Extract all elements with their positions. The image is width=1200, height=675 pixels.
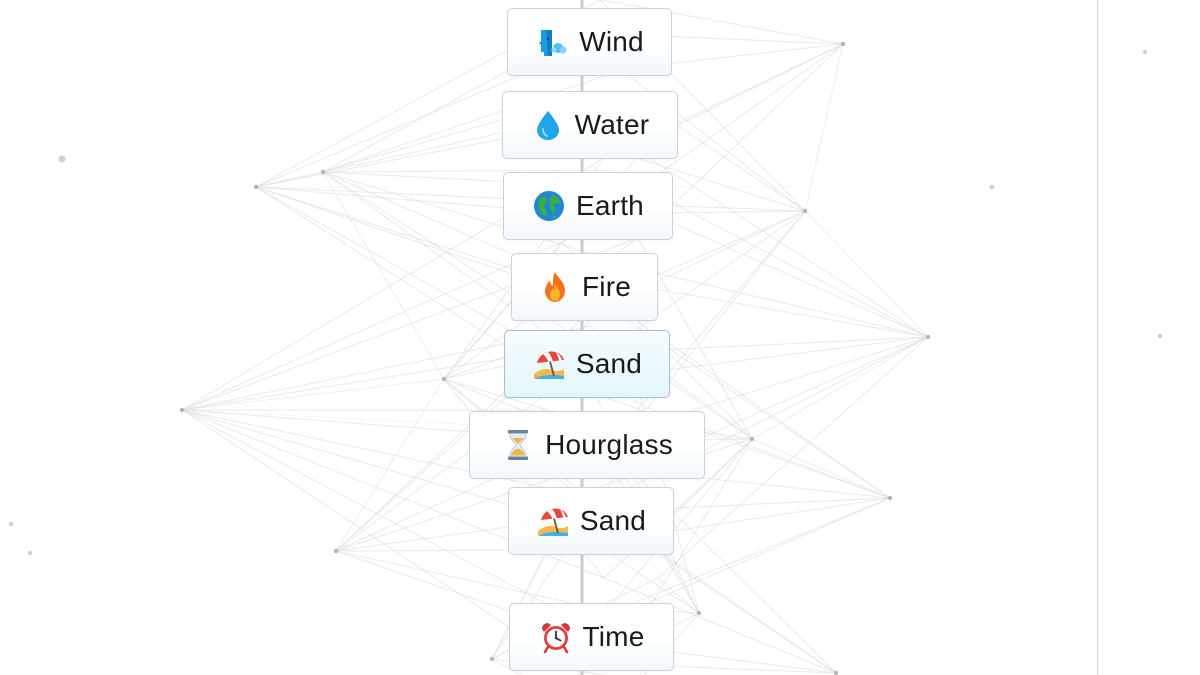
beach-umbrella-icon [536,504,570,538]
globe-icon [532,189,566,223]
beach-umbrella-icon [532,347,566,381]
alarm-clock-icon [539,620,573,654]
element-label: Wind [579,26,644,57]
element-card[interactable]: Sand [504,330,670,398]
element-card[interactable]: Wind [507,8,672,76]
sidebar-divider [1097,0,1098,675]
element-label: Fire [581,271,632,302]
element-card[interactable]: Time [509,603,674,671]
element-card[interactable]: Hourglass [469,411,705,479]
element-label: Earth [576,190,644,221]
element-label: Water [574,109,650,140]
element-label: Hourglass [545,429,673,460]
wind-face-icon [535,25,569,59]
element-card[interactable]: Sand [508,487,674,555]
element-label: Sand [575,348,643,379]
element-card[interactable]: Earth [503,172,673,240]
element-label: Sand [579,505,647,536]
element-card[interactable]: Water [502,91,678,159]
water-drop-icon [531,108,565,142]
hourglass-icon [501,428,535,462]
element-card[interactable]: Fire [511,253,658,321]
element-label: Time [582,621,645,652]
fire-icon [538,270,572,304]
crafting-canvas[interactable]: Wind Water Earth Fire Sand Hourglass San… [0,0,1200,675]
